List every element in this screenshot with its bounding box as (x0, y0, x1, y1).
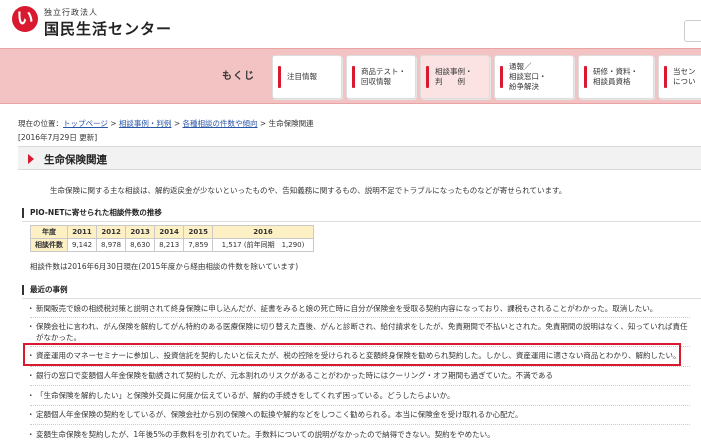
table-cell: 8,213 (154, 238, 185, 252)
nav-tab-label: 通報／ 相談窓口・ 紛争解決 (509, 62, 547, 91)
table-header-cell: 年度 (30, 225, 68, 239)
table-cell: 8,630 (125, 238, 156, 252)
nav-tab-label: 注目情報 (287, 72, 317, 81)
list-divider (30, 385, 690, 386)
search-input[interactable] (684, 20, 701, 42)
intro-text: 生命保険に関する主な相談は、解約返戻金が少ないといったものや、告知義務に関するも… (50, 186, 567, 195)
breadcrumb-separator: > (173, 119, 181, 128)
list-item: 保険会社に言われ、がん保険を解約してがん特約のある医療保険に切り替えた直後、がん… (27, 321, 692, 343)
table-row-header: 相談件数 (30, 238, 68, 252)
stats-heading-text: PIO-NETに寄せられた相談件数の推移 (30, 208, 162, 217)
nav-tab-label: 当セン につい (673, 67, 696, 86)
table-row: 相談件数 9,142 8,978 8,630 8,213 7,859 1,517… (30, 238, 314, 252)
nav-tab-featured[interactable]: 注目情報 (272, 55, 342, 99)
list-divider (30, 424, 690, 425)
list-item: 「生命保険を解約したい」と保険外交員に何度か伝えているが、解約の手続きをしてくれ… (27, 390, 454, 401)
table-header-cell: 2011 (66, 225, 98, 239)
nav-tab-about[interactable]: 当セン につい (658, 55, 701, 99)
nav-tab-label: 研修・資料・ 相談員資格 (593, 67, 638, 86)
table-header-cell: 2012 (96, 225, 127, 239)
breadcrumb-link-stats[interactable]: 各種相談の件数や傾向 (183, 119, 258, 128)
logo-subtitle[interactable]: 独立行政法人 (44, 7, 98, 18)
site-header: い 独立行政法人 国民生活センター (0, 0, 701, 46)
list-divider (30, 317, 690, 318)
nav-tab-training[interactable]: 研修・資料・ 相談員資格 (578, 55, 654, 99)
list-item: 新聞販売で娘の相続税対策と説明されて終身保険に申し込んだが、証書をみると娘の死亡… (27, 303, 657, 314)
table-header-cell: 2016 (212, 225, 314, 239)
table-header-cell: 2014 (154, 225, 185, 239)
nav-tab-product-tests[interactable]: 商品テスト・ 回収情報 (346, 55, 416, 99)
nav-tab-reporting[interactable]: 通報／ 相談窓口・ 紛争解決 (494, 55, 574, 99)
list-divider (30, 405, 690, 406)
heading-divider (22, 221, 701, 222)
page-title: 生命保険関連 (44, 154, 107, 166)
nav-tab-label: 相談事例・ 判 例 (435, 67, 473, 86)
table-cell: 8,978 (96, 238, 127, 252)
table-cell: 7,859 (183, 238, 214, 252)
list-item: 定額個人年金保険の契約をしているが、保険会社から別の保険への転換や解約などをしつ… (27, 409, 522, 420)
list-item: 銀行の窓口で変額個人年金保険を勧誘されて契約したが、元本割れのリスクがあることが… (27, 370, 553, 381)
update-date: [2016年7月29日 更新] (18, 133, 98, 142)
cases-heading: 最近の事例 (22, 283, 701, 299)
table-cell: 1,517 (前年同期 1,290) (212, 238, 314, 252)
cases-heading-text: 最近の事例 (30, 285, 68, 294)
heading-bar (22, 208, 24, 218)
table-header-row: 年度 2011 2012 2013 2014 2015 2016 (30, 225, 314, 239)
logo-title[interactable]: 国民生活センター (44, 18, 172, 39)
triangle-right-icon (28, 154, 34, 164)
table-cell: 9,142 (66, 238, 98, 252)
breadcrumb: 現在の位置：トップページ > 相談事例・判例 > 各種相談の件数や傾向 > 生命… (18, 118, 314, 129)
logo-icon[interactable]: い (12, 6, 38, 32)
heading-divider (22, 298, 701, 299)
table-header-cell: 2015 (183, 225, 214, 239)
breadcrumb-separator: > (259, 119, 267, 128)
page-title-bar: 生命保険関連 (18, 146, 701, 170)
breadcrumb-separator: > (110, 119, 117, 128)
nav-tab-label: 商品テスト・ 回収情報 (361, 67, 406, 86)
nav-tab-cases[interactable]: 相談事例・ 判 例 (420, 55, 490, 99)
stats-note: 相談件数は2016年6月30日現在(2015年度から経由相談の件数を除いています… (30, 262, 299, 271)
stats-heading: PIO-NETに寄せられた相談件数の推移 (22, 206, 701, 222)
breadcrumb-prefix: 現在の位置： (18, 119, 63, 128)
list-divider (30, 366, 690, 367)
nav-mokuji-label: もくじ (222, 71, 255, 82)
stats-table: 年度 2011 2012 2013 2014 2015 2016 相談件数 9,… (30, 225, 314, 252)
global-nav: もくじ 注目情報 商品テスト・ 回収情報 相談事例・ 判 例 通報／ 相談窓口・… (0, 48, 701, 104)
highlight-box (23, 343, 681, 366)
breadcrumb-link-top[interactable]: トップページ (63, 119, 108, 128)
table-header-cell: 2013 (125, 225, 156, 239)
heading-bar (22, 285, 24, 295)
breadcrumb-link-cases[interactable]: 相談事例・判例 (119, 119, 172, 128)
list-item: 変額生命保険を契約したが、1年後5%の手数料を引かれていた。手数料についての説明… (27, 429, 495, 440)
breadcrumb-current: 生命保険関連 (268, 119, 314, 128)
